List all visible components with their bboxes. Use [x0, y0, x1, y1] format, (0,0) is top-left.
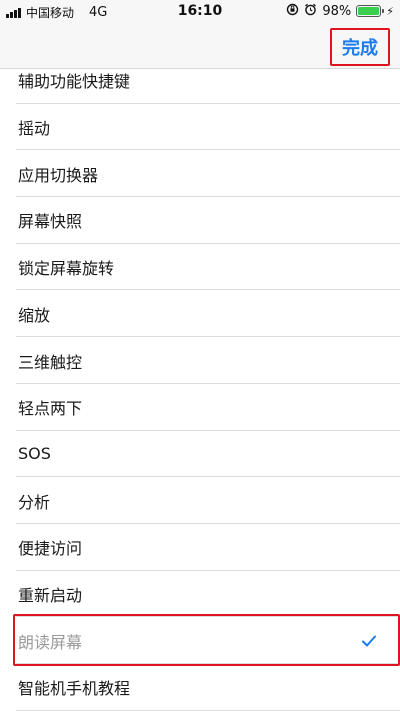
status-bar-right: 98% ⚡ — [286, 3, 394, 19]
list-item-label: 分析 — [18, 492, 51, 512]
list-item-label: 便捷访问 — [18, 539, 83, 559]
status-bar: 中国移动 4G 16:10 98% ⚡ — [0, 0, 400, 24]
battery-percent: 98% — [322, 3, 352, 19]
list-item-label: 锁定屏幕旋转 — [18, 259, 115, 279]
list-item[interactable]: 朗读屏幕 — [0, 617, 400, 665]
list-item[interactable]: 缩放 — [0, 291, 400, 338]
alarm-icon — [304, 3, 317, 19]
list-item[interactable]: 重新启动 — [0, 571, 400, 618]
list-item[interactable]: 便捷访问 — [0, 524, 400, 571]
list-item[interactable]: 应用切换器 — [0, 150, 400, 198]
list-item[interactable]: 屏幕快照 — [0, 197, 400, 244]
list-item-label: 辅助功能快捷键 — [18, 72, 131, 92]
list-item-label: 朗读屏幕 — [18, 632, 83, 652]
list-item-label: 屏幕快照 — [18, 212, 83, 232]
list-item[interactable]: 智能机手机教程 — [0, 664, 400, 711]
list-item-label: 轻点两下 — [18, 399, 83, 419]
list-item[interactable]: 锁定屏幕旋转 — [0, 244, 400, 291]
list-item-label: 智能机手机教程 — [18, 679, 131, 699]
checkmark-icon — [362, 635, 376, 647]
battery-icon — [356, 5, 385, 17]
list-item[interactable]: 摇动 — [0, 104, 400, 151]
list-item-label: 应用切换器 — [18, 165, 99, 185]
list-item[interactable]: 轻点两下 — [0, 384, 400, 431]
list-item-label: 重新启动 — [18, 586, 83, 606]
list-item[interactable]: 辅助功能快捷键 — [0, 57, 400, 104]
list-item[interactable]: 三维触控 — [0, 337, 400, 384]
list-item[interactable]: SOS — [0, 431, 400, 478]
list-item[interactable]: 分析 — [0, 477, 400, 524]
battery-fill — [358, 7, 379, 15]
rotation-lock-icon — [286, 3, 299, 19]
list-item-label: 缩放 — [18, 305, 51, 325]
list-item-label: 三维触控 — [18, 352, 83, 372]
charging-icon: ⚡ — [386, 4, 394, 18]
list-item-label: 摇动 — [18, 119, 51, 139]
list-item-label: SOS — [18, 444, 51, 464]
